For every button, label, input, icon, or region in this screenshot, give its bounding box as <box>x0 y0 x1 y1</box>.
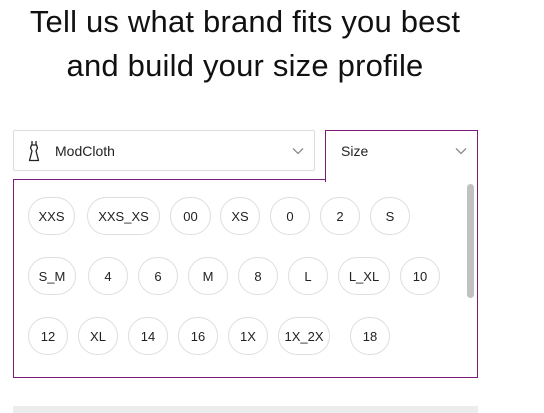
size-select[interactable]: Size <box>325 130 478 182</box>
size-option[interactable]: 0 <box>270 197 310 235</box>
brand-select[interactable]: ModCloth <box>13 130 315 171</box>
bottom-divider <box>13 406 478 413</box>
size-option[interactable]: 8 <box>238 257 278 295</box>
size-option[interactable]: XXS <box>28 197 75 235</box>
page-title-line-2: and build your size profile <box>66 48 424 83</box>
dress-icon <box>28 141 40 162</box>
size-option[interactable]: 6 <box>138 257 178 295</box>
size-option[interactable]: XL <box>78 317 118 355</box>
size-option[interactable]: 14 <box>128 317 168 355</box>
size-option[interactable]: S_M <box>28 257 76 295</box>
size-option[interactable]: 1X <box>228 317 268 355</box>
size-option[interactable]: XXS_XS <box>87 197 160 235</box>
scrollbar-thumb[interactable] <box>467 184 474 298</box>
brand-select-value: ModCloth <box>55 143 115 159</box>
page-title-line-1: Tell us what brand fits you best <box>29 4 461 39</box>
chevron-down-icon <box>455 148 467 155</box>
scrollbar[interactable] <box>465 180 477 377</box>
size-option[interactable]: L <box>288 257 328 295</box>
size-option[interactable]: 10 <box>400 257 440 295</box>
size-option[interactable]: 2 <box>320 197 360 235</box>
size-option[interactable]: 00 <box>170 197 211 235</box>
size-option[interactable]: 1X_2X <box>278 317 330 355</box>
size-option[interactable]: M <box>188 257 228 295</box>
size-option[interactable]: S <box>370 197 410 235</box>
size-option[interactable]: XS <box>220 197 260 235</box>
size-option[interactable]: 4 <box>88 257 128 295</box>
size-option[interactable]: 18 <box>350 317 390 355</box>
chevron-down-icon <box>292 148 304 155</box>
size-select-label: Size <box>341 143 369 159</box>
size-option[interactable]: L_XL <box>338 257 390 295</box>
size-options-panel: XXS XXS_XS 00 XS 0 2 S S_M 4 6 M 8 L L_XL 10 12 XL 14 16 1X… <box>13 179 478 378</box>
size-option[interactable]: 12 <box>28 317 68 355</box>
size-option[interactable]: 16 <box>178 317 218 355</box>
page-title: Tell us what brand fits you best and bui… <box>0 0 490 88</box>
